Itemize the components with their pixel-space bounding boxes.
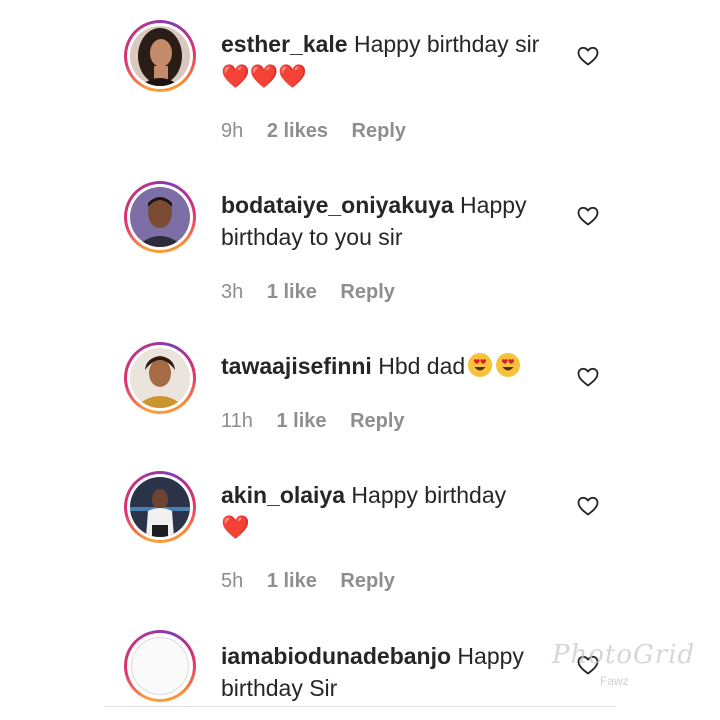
watermark-subtext: Fawz (600, 674, 629, 688)
comment-text: tawaajisefinni Hbd dad (221, 350, 551, 382)
avatar-photo-icon (130, 26, 190, 86)
avatar[interactable] (124, 471, 196, 543)
reply-button[interactable]: Reply (340, 570, 394, 592)
heart-emoji: ❤️ (221, 514, 250, 540)
like-button[interactable] (576, 44, 600, 68)
avatar[interactable] (124, 342, 196, 414)
heart-emoji: ❤️❤️❤️ (221, 63, 307, 89)
avatar-photo-icon (130, 348, 190, 408)
like-button[interactable] (576, 204, 600, 228)
comment-text: bodataiye_oniyakuya Happy birthday to yo… (221, 189, 551, 253)
comment-likes[interactable]: 1 like (267, 570, 317, 592)
comment-meta: 9h 2 likes Reply (221, 120, 424, 143)
photogrid-watermark: PhotoGrid (552, 640, 696, 670)
comment-text: iamabiodunadebanjo Happy birthday Sir (221, 640, 551, 704)
comment-meta: 3h 1 like Reply (221, 281, 413, 304)
comment-body: Happy birthday (345, 482, 507, 508)
comment-meta: 11h 1 like Reply (221, 410, 423, 433)
comment-username[interactable]: tawaajisefinni (221, 353, 372, 379)
comment-likes[interactable]: 1 like (276, 410, 326, 432)
heart-outline-icon (577, 206, 599, 226)
comments-page: esther_kale Happy birthday sir ❤️❤️❤️ 9h … (0, 0, 720, 720)
heart-outline-icon (577, 46, 599, 66)
avatar[interactable] (124, 20, 196, 92)
avatar-photo-icon (130, 187, 190, 247)
comment-username[interactable]: esther_kale (221, 31, 348, 57)
heart-eyes-emoji-icon (496, 353, 521, 377)
reply-button[interactable]: Reply (350, 410, 404, 432)
avatar-photo-icon (130, 477, 190, 537)
comment-time: 5h (221, 570, 244, 592)
comment-username[interactable]: akin_olaiya (221, 482, 345, 508)
like-button[interactable] (576, 494, 600, 518)
comment-likes[interactable]: 1 like (267, 281, 317, 303)
comment-text: akin_olaiya Happy birthday ❤️ (221, 479, 551, 543)
reply-button[interactable]: Reply (352, 120, 406, 142)
comment-body: Hbd dad (371, 353, 466, 379)
heart-outline-icon (577, 496, 599, 516)
comment-body: Happy birthday sir (347, 31, 540, 57)
like-button[interactable] (576, 365, 600, 389)
comment-username[interactable]: bodataiye_oniyakuya (221, 192, 454, 218)
reply-button[interactable]: Reply (340, 281, 394, 303)
divider (104, 706, 616, 707)
comment-meta: 5h 1 like Reply (221, 570, 413, 593)
comment-time: 11h (221, 410, 253, 432)
comment-time: 3h (221, 281, 244, 303)
comment-username[interactable]: iamabiodunadebanjo (221, 643, 451, 669)
heart-eyes-emoji-icon (468, 353, 493, 377)
comment-text: esther_kale Happy birthday sir ❤️❤️❤️ (221, 28, 551, 92)
avatar[interactable] (124, 181, 196, 253)
heart-outline-icon (577, 367, 599, 387)
comment-likes[interactable]: 2 likes (267, 120, 328, 142)
empty-avatar-icon (131, 637, 189, 695)
avatar[interactable] (124, 630, 196, 702)
comment-time: 9h (221, 120, 244, 142)
